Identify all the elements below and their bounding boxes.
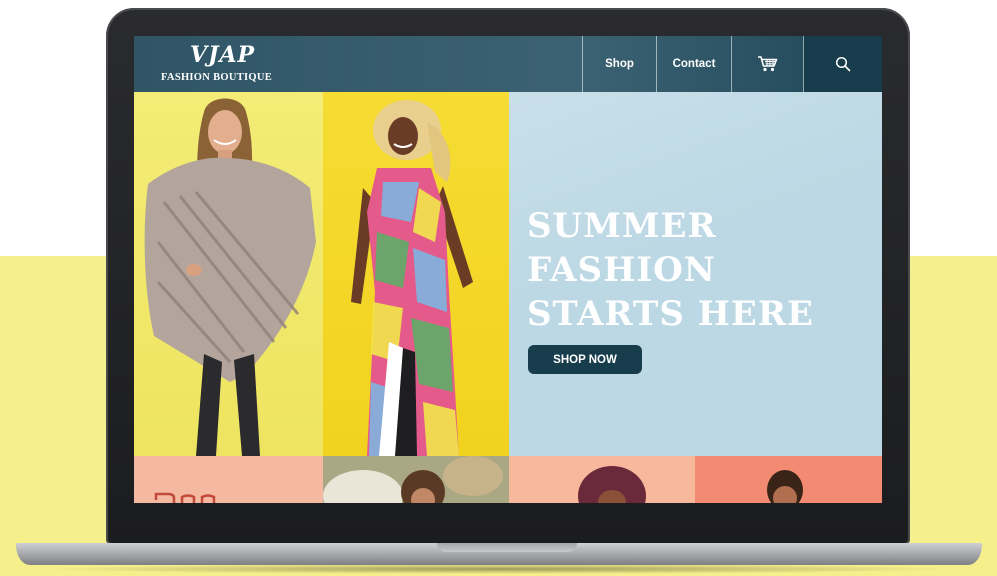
shop-now-button[interactable]: SHOP NOW	[528, 345, 642, 374]
top-navigation: VJAP FASHION BOUTIQUE Shop Contact	[134, 36, 882, 92]
hero-headline-line: SUMMER	[527, 206, 717, 246]
laptop-opening-notch	[437, 543, 577, 552]
laptop-shadow	[40, 564, 958, 574]
hero-headline-line: FASHION	[527, 250, 716, 290]
hero-headline: SUMMER FASHION STARTS HERE	[527, 204, 867, 336]
category-tile[interactable]	[134, 456, 323, 503]
category-tile-photo	[323, 456, 509, 503]
category-tile-text-fragment	[154, 492, 216, 503]
category-tile-photo	[767, 470, 803, 503]
hero-photo-poncho[interactable]	[134, 92, 323, 456]
logo-subtitle: FASHION BOUTIQUE	[161, 72, 273, 83]
nav-contact-link[interactable]: Contact	[656, 36, 731, 92]
cart-icon	[757, 55, 779, 73]
nav-shop-link[interactable]: Shop	[582, 36, 656, 92]
model-poncho-image	[144, 98, 316, 456]
category-tile[interactable]	[323, 456, 509, 503]
nav-search-button[interactable]	[803, 36, 882, 92]
hero-photo-print-dress[interactable]	[323, 92, 509, 456]
website-screen: VJAP FASHION BOUTIQUE Shop Contact SUMME…	[134, 36, 882, 503]
search-icon	[835, 56, 851, 72]
logo-mark[interactable]: VJAP	[190, 42, 270, 68]
hero-headline-line: STARTS HERE	[527, 294, 814, 334]
category-tile-photo	[578, 466, 646, 503]
category-tile[interactable]	[695, 456, 882, 503]
model-print-dress-image	[351, 100, 473, 456]
nav-cart-button[interactable]	[731, 36, 803, 92]
category-tile[interactable]	[509, 456, 695, 503]
